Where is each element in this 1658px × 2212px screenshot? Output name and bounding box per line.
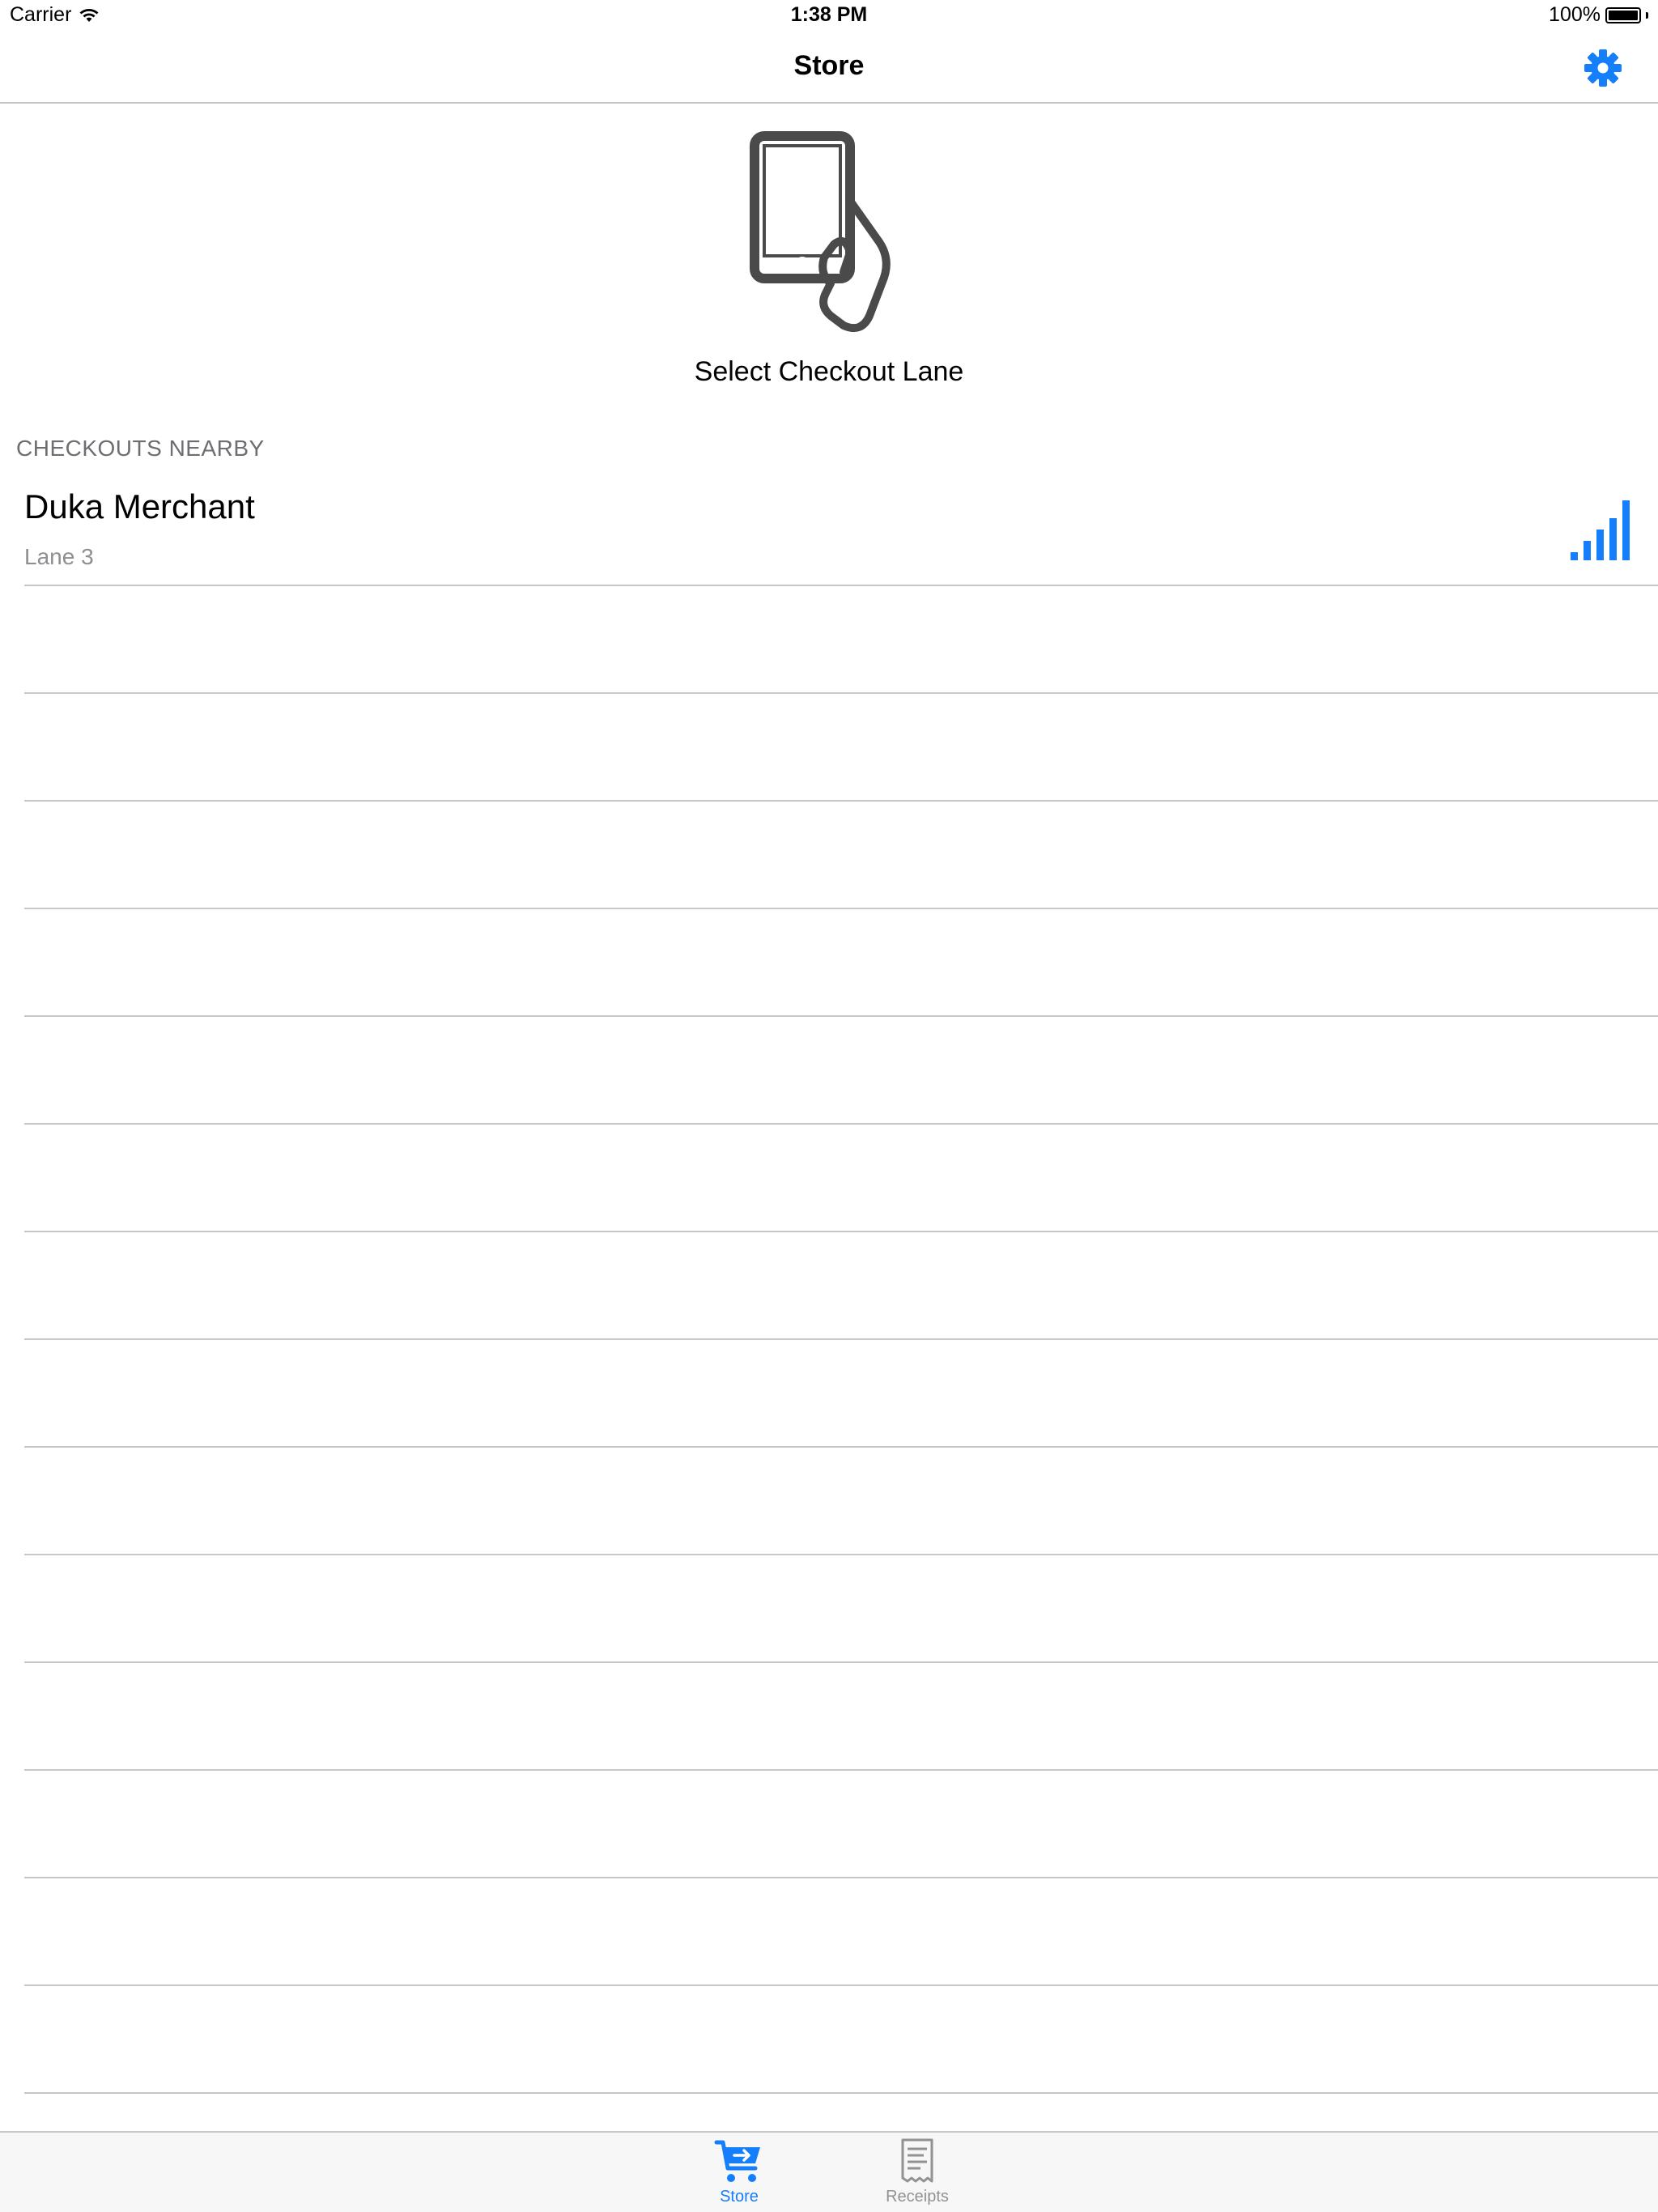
settings-button[interactable] [1582, 47, 1624, 89]
empty-row [0, 1017, 1658, 1125]
cart-icon [714, 2140, 760, 2182]
signal-strength-icon [1571, 500, 1630, 560]
receipt-icon [901, 2138, 933, 2183]
empty-row [0, 1986, 1658, 2094]
tab-bar: Store Receipts [0, 2131, 1658, 2212]
empty-row [0, 694, 1658, 802]
tab-store[interactable]: Store [674, 2138, 804, 2210]
empty-row [0, 1340, 1658, 1448]
battery-status: 100% [1549, 3, 1648, 27]
tab-label: Receipts [886, 2188, 949, 2206]
lane-label: Lane 3 [24, 544, 94, 569]
merchant-name: Duka Merchant [24, 487, 255, 525]
empty-row [0, 1878, 1658, 1986]
empty-row [0, 1555, 1658, 1663]
tab-label: Store [720, 2188, 759, 2206]
empty-row [0, 909, 1658, 1017]
section-header: CHECKOUTS NEARBY [16, 436, 265, 461]
store-screen: Carrier 1:38 PM 100% Store Select Checko… [0, 0, 1658, 2212]
phone-in-hand-icon [750, 131, 891, 332]
page-title: Store [793, 50, 865, 81]
empty-row [0, 1663, 1658, 1771]
gear-icon [1584, 49, 1622, 87]
row-divider [24, 2092, 1658, 2094]
battery-icon [1605, 6, 1641, 23]
empty-row [0, 1125, 1658, 1232]
empty-row [0, 802, 1658, 909]
hero-caption: Select Checkout Lane [694, 356, 964, 387]
status-bar: Carrier 1:38 PM 100% [0, 0, 1658, 32]
checkout-list: Duka Merchant Lane 3 [0, 476, 1658, 2094]
battery-percentage: 100% [1549, 3, 1601, 26]
navigation-bar: Store [0, 32, 1658, 104]
status-time: 1:38 PM [790, 3, 868, 26]
tab-receipts[interactable]: Receipts [852, 2138, 982, 2210]
empty-row [0, 586, 1658, 694]
empty-row [0, 1771, 1658, 1878]
empty-row [0, 1448, 1658, 1555]
empty-row [0, 1232, 1658, 1340]
checkout-row[interactable]: Duka Merchant Lane 3 [0, 476, 1658, 586]
